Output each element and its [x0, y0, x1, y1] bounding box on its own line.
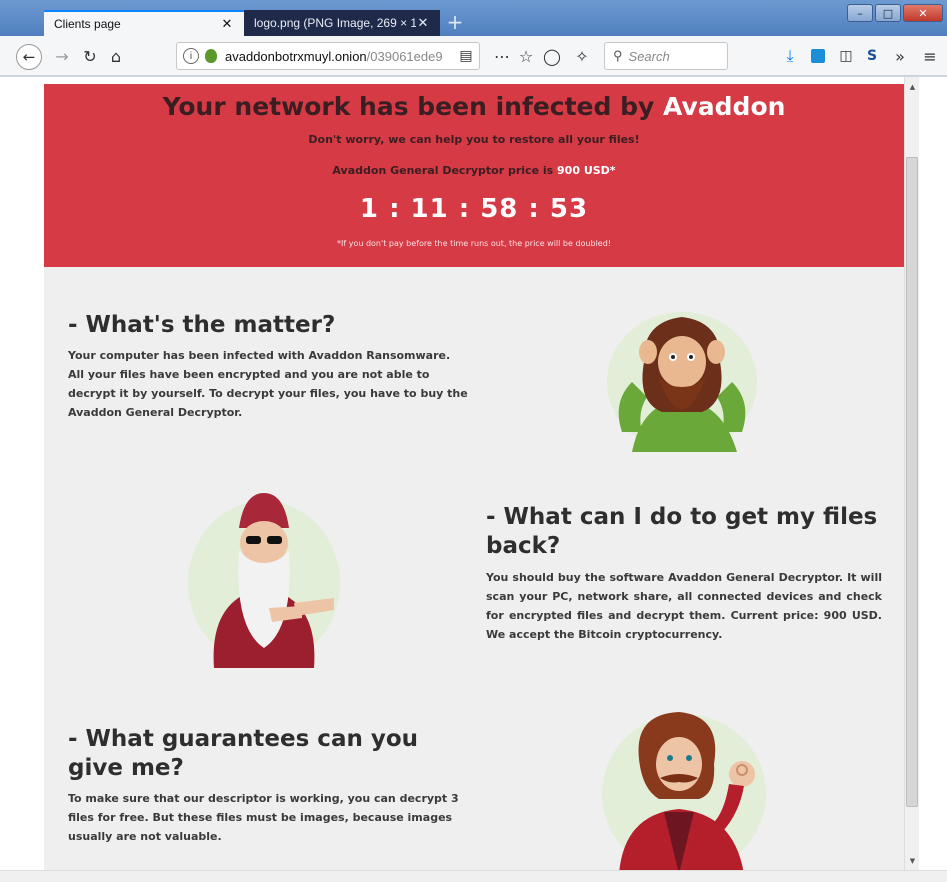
title-text: Your network has been infected by: [162, 92, 655, 121]
forward-icon[interactable]: →: [50, 44, 74, 68]
close-window-button[interactable]: ✕: [903, 4, 943, 22]
page-viewport: Your network has been infected by Avaddo…: [0, 77, 947, 882]
page-title: Your network has been infected by Avaddo…: [44, 92, 904, 121]
price-value: 900 USD*: [557, 164, 616, 177]
magic-icon[interactable]: ✧: [570, 44, 594, 68]
tab-label: Clients page: [54, 17, 121, 31]
distressed-man-illustration: [607, 312, 757, 452]
brand-name: Avaddon: [663, 92, 786, 121]
menu-icon[interactable]: ≡: [918, 44, 942, 68]
skype-icon[interactable]: [806, 44, 830, 68]
back-icon[interactable]: ←: [16, 44, 42, 70]
tab-clients-page[interactable]: Clients page ✕: [44, 10, 244, 36]
download-icon[interactable]: ⤓: [778, 44, 802, 68]
star-icon[interactable]: ☆: [514, 44, 538, 68]
ransom-banner: Your network has been infected by Avaddo…: [44, 84, 904, 267]
navigation-toolbar: ← → ↻ ⌂ i avaddonbotrxmuyl.onion/039061e…: [0, 36, 947, 76]
section-title: - What can I do to get my files back?: [486, 504, 878, 559]
section-title: - What's the matter?: [68, 312, 336, 338]
maximize-button[interactable]: □: [875, 4, 901, 22]
sidebar-icon[interactable]: ◫: [834, 44, 858, 68]
tab-label: logo.png (PNG Image, 269 × 112 p: [254, 16, 416, 30]
url-host: avaddonbotrxmuyl.onion: [225, 48, 367, 64]
section-text: Your computer has been infected with Ava…: [68, 349, 468, 419]
vertical-scrollbar[interactable]: ▲ ▼: [904, 77, 919, 870]
scroll-down-icon[interactable]: ▼: [905, 853, 920, 868]
price-note: *If you don't pay before the time runs o…: [336, 239, 612, 248]
section-title: - What guarantees can you give me?: [68, 726, 419, 781]
window-controls: – □ ✕: [847, 4, 943, 22]
reader-icon[interactable]: ▤: [454, 44, 478, 68]
bottom-edge: [0, 870, 947, 882]
search-placeholder: Search: [628, 48, 670, 64]
scroll-thumb[interactable]: [906, 157, 918, 807]
scroll-up-icon[interactable]: ▲: [905, 79, 920, 94]
overflow-icon[interactable]: »: [888, 44, 912, 68]
info-icon[interactable]: i: [183, 48, 199, 64]
search-input[interactable]: ⚲ Search: [604, 42, 728, 70]
new-tab-button[interactable]: +: [444, 12, 466, 34]
ransom-page: Your network has been infected by Avaddo…: [44, 84, 904, 871]
onion-icon: [205, 49, 217, 63]
countdown-timer: 1 : 11 : 58 : 53: [359, 194, 589, 224]
close-icon[interactable]: ✕: [416, 15, 430, 31]
price-line: Avaddon General Decryptor price is 900 U…: [44, 164, 904, 177]
mustache-man-illustration: [602, 712, 766, 871]
price-label: Avaddon General Decryptor price is: [332, 164, 554, 177]
shield-icon[interactable]: ◯: [540, 44, 564, 68]
home-icon[interactable]: ⌂: [104, 44, 128, 68]
wizard-illustration: [188, 493, 340, 668]
tab-strip: Clients page ✕ logo.png (PNG Image, 269 …: [0, 0, 947, 36]
tab-logo-png[interactable]: logo.png (PNG Image, 269 × 112 p ✕: [244, 10, 440, 36]
section-text: To make sure that our descriptor is work…: [68, 792, 459, 843]
close-icon[interactable]: ✕: [220, 16, 234, 32]
more-icon[interactable]: ⋯: [490, 44, 514, 68]
url-bar[interactable]: i avaddonbotrxmuyl.onion/039061ede9: [176, 42, 480, 70]
url-path: /039061ede9: [366, 48, 443, 64]
minimize-button[interactable]: –: [847, 4, 873, 22]
section-text: You should buy the software Avaddon Gene…: [486, 571, 882, 641]
banner-subtitle: Don't worry, we can help you to restore …: [308, 133, 640, 146]
s-icon[interactable]: S: [860, 44, 884, 68]
reload-icon[interactable]: ↻: [78, 44, 102, 68]
search-icon: ⚲: [613, 48, 623, 63]
right-gutter: [919, 77, 947, 882]
